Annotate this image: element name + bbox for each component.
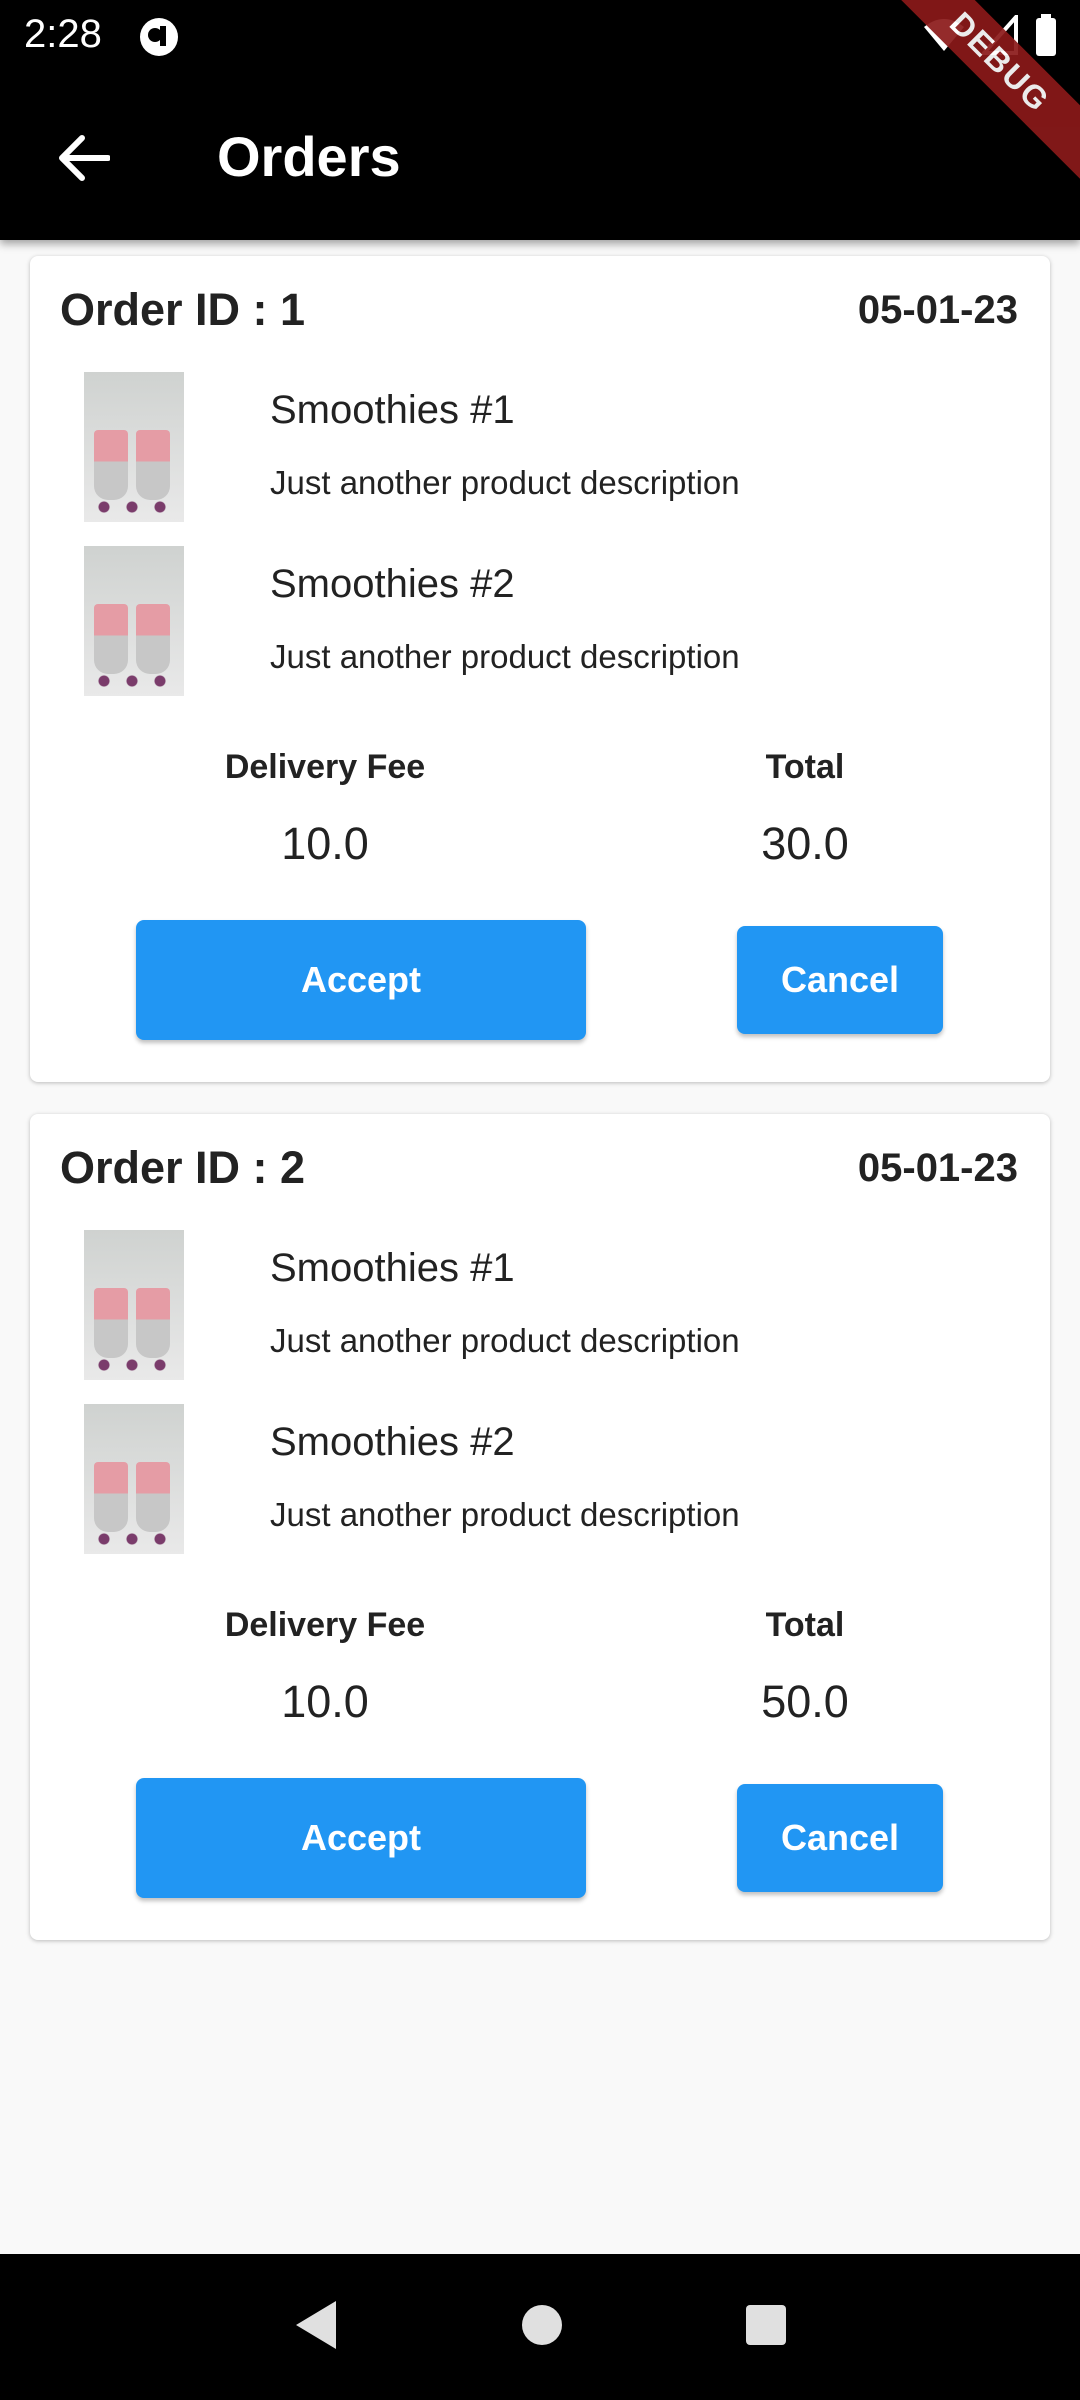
product-description: Just another product description — [270, 1322, 740, 1359]
product-description: Just another product description — [270, 1496, 740, 1533]
order-item: Smoothies #2 Just another product descri… — [84, 546, 1004, 696]
battery-icon — [1034, 14, 1058, 61]
cancel-button[interactable]: Cancel — [737, 1784, 943, 1892]
delivery-fee-value: 10.0 — [281, 818, 369, 869]
order-item: Smoothies #2 Just another product descri… — [84, 1404, 1004, 1554]
order-item: Smoothies #1 Just another product descri… — [84, 372, 1004, 522]
delivery-fee-value: 10.0 — [281, 1676, 369, 1727]
back-button[interactable] — [52, 128, 116, 192]
orders-list: Order ID : 1 05-01-23 Smoothies #1 Just … — [30, 256, 1050, 1972]
order-item: Smoothies #1 Just another product descri… — [84, 1230, 1004, 1380]
product-name: Smoothies #2 — [270, 1420, 515, 1464]
order-date: 05-01-23 — [857, 1146, 1018, 1190]
app-bar: Orders — [0, 72, 1080, 240]
order-date: 05-01-23 — [857, 288, 1018, 332]
product-description: Just another product description — [270, 464, 740, 501]
product-thumbnail — [84, 372, 184, 522]
nav-back-icon[interactable] — [292, 2299, 340, 2356]
product-name: Smoothies #2 — [270, 562, 515, 606]
page-title: Orders — [217, 125, 401, 188]
product-name: Smoothies #1 — [270, 388, 515, 432]
accept-button[interactable]: Accept — [136, 920, 586, 1040]
order-id: Order ID : 1 — [60, 284, 306, 335]
accept-button[interactable]: Accept — [136, 1778, 586, 1898]
status-time: 2:28 — [24, 12, 102, 56]
cancel-button[interactable]: Cancel — [737, 926, 943, 1034]
order-card: Order ID : 2 05-01-23 Smoothies #1 Just … — [30, 1114, 1050, 1940]
product-name: Smoothies #1 — [270, 1246, 515, 1290]
product-thumbnail — [84, 546, 184, 696]
app-notification-icon — [138, 16, 180, 63]
product-thumbnail — [84, 1404, 184, 1554]
product-thumbnail — [84, 1230, 184, 1380]
back-arrow-icon — [58, 134, 111, 187]
order-id: Order ID : 2 — [60, 1142, 306, 1193]
delivery-fee-label: Delivery Fee — [224, 748, 426, 786]
delivery-fee-label: Delivery Fee — [224, 1606, 426, 1644]
nav-recents-icon[interactable] — [744, 2303, 788, 2352]
total-label: Total — [765, 1606, 845, 1644]
order-card: Order ID : 1 05-01-23 Smoothies #1 Just … — [30, 256, 1050, 1082]
product-description: Just another product description — [270, 638, 740, 675]
total-value: 30.0 — [761, 818, 849, 869]
system-nav-bar — [0, 2254, 1080, 2400]
total-value: 50.0 — [761, 1676, 849, 1727]
nav-home-icon[interactable] — [520, 2303, 564, 2352]
total-label: Total — [765, 748, 845, 786]
